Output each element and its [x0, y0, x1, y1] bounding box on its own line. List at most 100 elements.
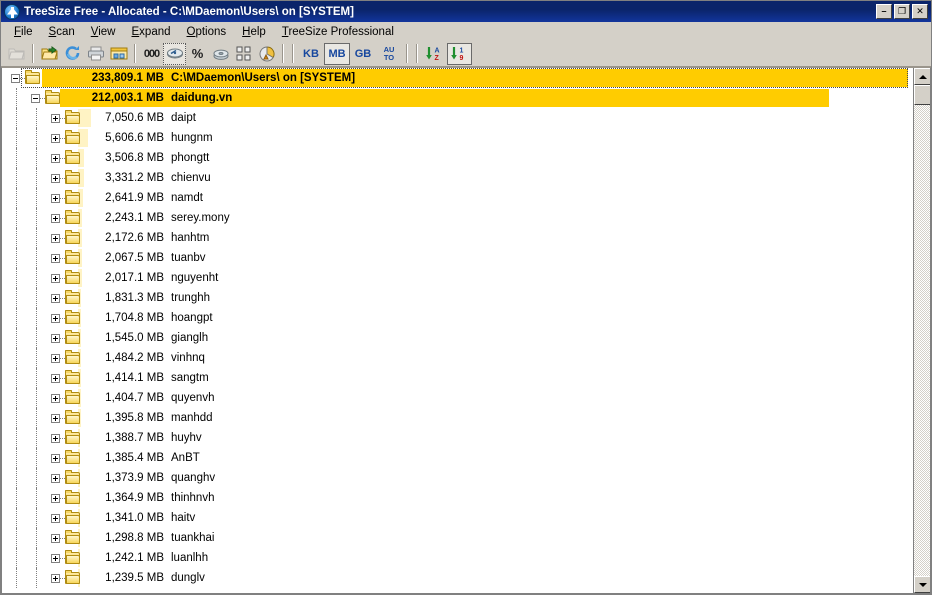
folder-icon	[65, 109, 81, 125]
scroll-up-button[interactable]	[914, 68, 930, 85]
row-size: 1,414.1 MB	[105, 372, 164, 384]
tree-row[interactable]: 3,331.2 MB chienvu	[2, 168, 913, 188]
expand-toggle-icon[interactable]	[51, 553, 60, 563]
expand-toggle-icon[interactable]	[51, 233, 60, 243]
tree-row[interactable]: 2,243.1 MB serey.mony	[2, 208, 913, 228]
tree-row[interactable]: 3,506.8 MB phongtt	[2, 148, 913, 168]
expand-toggle-icon[interactable]	[51, 513, 60, 523]
row-name: nguyenht	[171, 272, 219, 284]
unit-gb-button[interactable]: GB	[350, 43, 376, 65]
menu-item-expand[interactable]: Expand	[124, 24, 179, 40]
row-name: tuanbv	[171, 252, 206, 264]
tree-row[interactable]: 1,404.7 MB quyenvh	[2, 388, 913, 408]
chevron-down-icon	[918, 582, 927, 587]
scroll-thumb[interactable]	[914, 85, 930, 105]
expand-toggle-icon[interactable]	[51, 453, 60, 463]
tree-row[interactable]: 1,373.9 MB quanghv	[2, 468, 913, 488]
expand-toggle-icon[interactable]	[51, 213, 60, 223]
tree-row[interactable]: 1,831.3 MB trunghh	[2, 288, 913, 308]
open-folder-icon[interactable]	[38, 43, 61, 65]
tree-row[interactable]: 2,017.1 MB nguyenht	[2, 268, 913, 288]
tree-row[interactable]: 1,414.1 MB sangtm	[2, 368, 913, 388]
scroll-down-button[interactable]	[914, 576, 930, 593]
tree-row[interactable]: 5,606.6 MB hungnm	[2, 128, 913, 148]
menu-item-file[interactable]: File	[6, 24, 41, 40]
scroll-track[interactable]	[914, 105, 930, 576]
unit-mb-button[interactable]: MB	[324, 42, 350, 65]
expand-toggle-icon[interactable]	[51, 433, 60, 443]
tree-row[interactable]: 2,641.9 MB namdt	[2, 188, 913, 208]
tree-row[interactable]: 1,545.0 MB gianglh	[2, 328, 913, 348]
tree-row[interactable]: 1,388.7 MB huyhv	[2, 428, 913, 448]
expand-toggle-icon[interactable]	[51, 393, 60, 403]
collapse-toggle-icon[interactable]	[11, 73, 20, 83]
expand-toggle-icon[interactable]	[51, 473, 60, 483]
expand-toggle-icon[interactable]	[51, 173, 60, 183]
tree-row[interactable]: 1,298.8 MB tuankhai	[2, 528, 913, 548]
expand-toggle-icon[interactable]	[51, 533, 60, 543]
row-size: 233,809.1 MB	[91, 72, 164, 84]
tree-row[interactable]: 7,050.6 MB daipt	[2, 108, 913, 128]
refresh-icon[interactable]	[61, 43, 84, 65]
expand-toggle-icon[interactable]	[51, 133, 60, 143]
row-size: 2,243.1 MB	[105, 212, 164, 224]
tree-row[interactable]: 1,239.5 MB dunglv	[2, 568, 913, 588]
unit-auto-button[interactable]: AU TO	[376, 43, 402, 65]
expand-toggle-icon[interactable]	[51, 113, 60, 123]
tree-row[interactable]: 2,067.5 MB tuanbv	[2, 248, 913, 268]
collapse-toggle-icon[interactable]	[31, 93, 40, 103]
chart-icon[interactable]	[255, 43, 278, 65]
open-disabled-icon-glyph	[7, 48, 25, 60]
expand-toggle-icon[interactable]	[51, 373, 60, 383]
tree-row[interactable]: 1,242.1 MB luanlhh	[2, 548, 913, 568]
row-name: vinhnq	[171, 352, 205, 364]
row-name: phongtt	[171, 152, 210, 164]
show-numbers-icon[interactable]: 000	[140, 43, 163, 65]
expand-toggle-icon[interactable]	[51, 413, 60, 423]
tree-row[interactable]: 212,003.1 MB daidung.vn	[2, 88, 913, 108]
close-button[interactable]: ✕	[912, 4, 928, 19]
unit-kb-button[interactable]: KB	[298, 43, 324, 65]
expand-toggle-icon[interactable]	[51, 573, 60, 583]
menu-item-view[interactable]: View	[83, 24, 124, 40]
expand-toggle-icon[interactable]	[51, 293, 60, 303]
tree-row[interactable]: 1,364.9 MB thinhnvh	[2, 488, 913, 508]
tree-row[interactable]: 1,395.8 MB manhdd	[2, 408, 913, 428]
explorer-icon[interactable]	[107, 43, 130, 65]
expand-toggle-icon[interactable]	[51, 353, 60, 363]
expand-toggle-icon[interactable]	[51, 153, 60, 163]
expand-toggle-icon[interactable]	[51, 333, 60, 343]
tree-view[interactable]: 233,809.1 MB C:\MDaemon\Users\ on [SYSTEM…	[2, 68, 913, 593]
tree-row[interactable]: 233,809.1 MB C:\MDaemon\Users\ on [SYSTEM…	[2, 68, 913, 88]
row-size: 1,704.8 MB	[105, 312, 164, 324]
tree-row[interactable]: 1,484.2 MB vinhnq	[2, 348, 913, 368]
details-view-icon[interactable]	[232, 43, 255, 65]
toolbar-separator	[406, 44, 408, 63]
menu-item-options[interactable]: Options	[179, 24, 235, 40]
menu-item-scan[interactable]: Scan	[41, 24, 83, 40]
menu-item-help[interactable]: Help	[234, 24, 274, 40]
vertical-scrollbar[interactable]	[913, 68, 930, 593]
expand-toggle-icon[interactable]	[51, 493, 60, 503]
sort-numeric-button[interactable]: 19	[447, 42, 472, 65]
tree-row[interactable]: 1,385.4 MB AnBT	[2, 448, 913, 468]
show-percent-icon[interactable]: %	[186, 43, 209, 65]
tree-row[interactable]: 2,172.6 MB hanhtm	[2, 228, 913, 248]
unit-gb-button-label: GB	[354, 47, 372, 60]
row-size: 7,050.6 MB	[105, 112, 164, 124]
expand-toggle-icon[interactable]	[51, 313, 60, 323]
menu-item-treesize-professional[interactable]: TreeSize Professional	[274, 24, 402, 40]
expand-toggle-icon[interactable]	[51, 193, 60, 203]
sort-alpha-button[interactable]: AZ	[422, 43, 447, 65]
tree-row[interactable]: 1,341.0 MB haitv	[2, 508, 913, 528]
disk-usage-icon[interactable]	[209, 43, 232, 65]
show-bars-icon[interactable]	[163, 42, 186, 65]
svg-text:Z: Z	[434, 55, 439, 62]
tree-row[interactable]: 1,704.8 MB hoangpt	[2, 308, 913, 328]
expand-toggle-icon[interactable]	[51, 273, 60, 283]
print-icon[interactable]	[84, 43, 107, 65]
minimize-button[interactable]: –	[876, 4, 892, 19]
open-disabled-icon[interactable]	[5, 43, 28, 65]
maximize-restore-button[interactable]: ❐	[894, 4, 910, 19]
expand-toggle-icon[interactable]	[51, 253, 60, 263]
